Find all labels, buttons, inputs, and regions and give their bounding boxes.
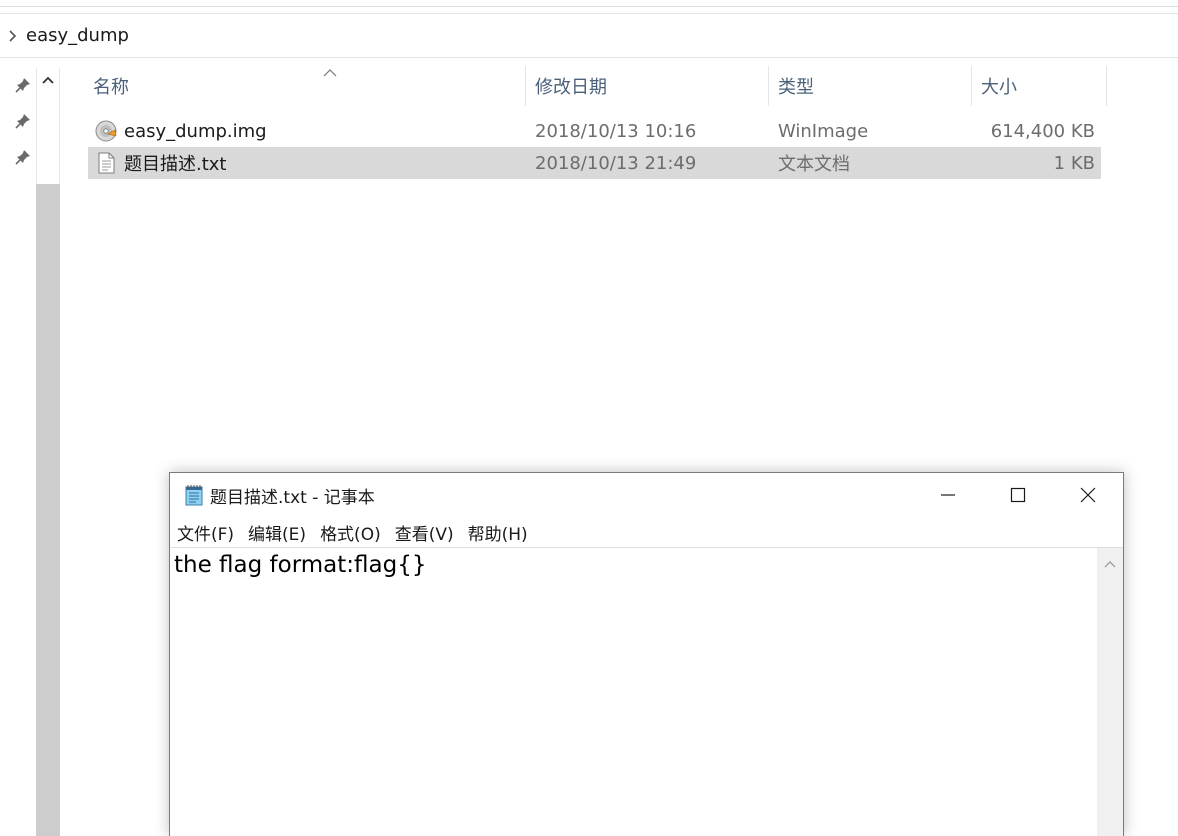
- notepad-window[interactable]: 题目描述.txt - 记事本 文件(F) 编辑(E) 格式(O) 查看(V) 帮…: [169, 472, 1124, 836]
- column-header-size[interactable]: 大小: [976, 66, 1106, 106]
- file-date: 2018/10/13 10:16: [535, 120, 697, 142]
- text-file-icon: [94, 151, 118, 175]
- notepad-title: 题目描述.txt - 记事本: [210, 487, 375, 508]
- column-header-date[interactable]: 修改日期: [530, 66, 768, 106]
- minimize-icon[interactable]: [913, 473, 983, 517]
- file-name[interactable]: 题目描述.txt: [124, 147, 227, 179]
- notepad-app-icon[interactable]: [182, 483, 206, 507]
- notepad-menu-bar: 文件(F) 编辑(E) 格式(O) 查看(V) 帮助(H): [170, 517, 1123, 547]
- column-divider[interactable]: [971, 66, 972, 106]
- file-type: WinImage: [778, 120, 869, 142]
- close-icon[interactable]: [1053, 473, 1123, 517]
- file-row[interactable]: easy_dump.img 2018/10/13 10:16 WinImage …: [88, 115, 1101, 147]
- file-size: 1 KB: [1053, 152, 1095, 174]
- notepad-text-area[interactable]: the flag format:flag{}: [170, 547, 1097, 836]
- scroll-up-icon[interactable]: [36, 68, 60, 92]
- file-date: 2018/10/13 21:49: [535, 152, 697, 174]
- file-name[interactable]: easy_dump.img: [124, 115, 267, 147]
- file-size: 614,400 KB: [990, 120, 1095, 142]
- column-divider[interactable]: [525, 66, 526, 106]
- disk-image-icon: [94, 119, 118, 143]
- breadcrumb-folder[interactable]: easy_dump: [26, 25, 129, 46]
- column-divider[interactable]: [768, 66, 769, 106]
- menu-edit[interactable]: 编辑(E): [248, 520, 306, 545]
- notepad-content[interactable]: the flag format:flag{}: [174, 552, 426, 578]
- pin-icon[interactable]: [14, 148, 32, 166]
- menu-file[interactable]: 文件(F): [177, 520, 234, 545]
- menu-format[interactable]: 格式(O): [320, 520, 381, 545]
- scroll-up-icon[interactable]: [1097, 552, 1123, 576]
- notepad-scrollbar[interactable]: [1097, 547, 1123, 836]
- menu-view[interactable]: 查看(V): [395, 520, 454, 545]
- file-type: 文本文档: [778, 154, 850, 175]
- column-header-name[interactable]: 名称: [88, 66, 525, 106]
- chevron-right-icon[interactable]: [0, 14, 26, 58]
- maximize-icon[interactable]: [983, 473, 1053, 517]
- pin-icon[interactable]: [14, 112, 32, 130]
- pin-icon[interactable]: [14, 76, 32, 94]
- column-header-type[interactable]: 类型: [773, 66, 971, 106]
- menu-help[interactable]: 帮助(H): [468, 520, 528, 545]
- address-bar[interactable]: easy_dump: [0, 14, 1178, 58]
- nav-scrollbar-thumb[interactable]: [36, 184, 60, 836]
- file-row-selected[interactable]: 题目描述.txt 2018/10/13 21:49 文本文档 1 KB: [88, 147, 1101, 179]
- column-header-row: 名称 修改日期 类型 大小: [88, 66, 1108, 106]
- column-divider[interactable]: [1106, 66, 1107, 106]
- window-top-strip: [0, 0, 1178, 14]
- notepad-title-bar[interactable]: 题目描述.txt - 记事本: [170, 473, 1123, 517]
